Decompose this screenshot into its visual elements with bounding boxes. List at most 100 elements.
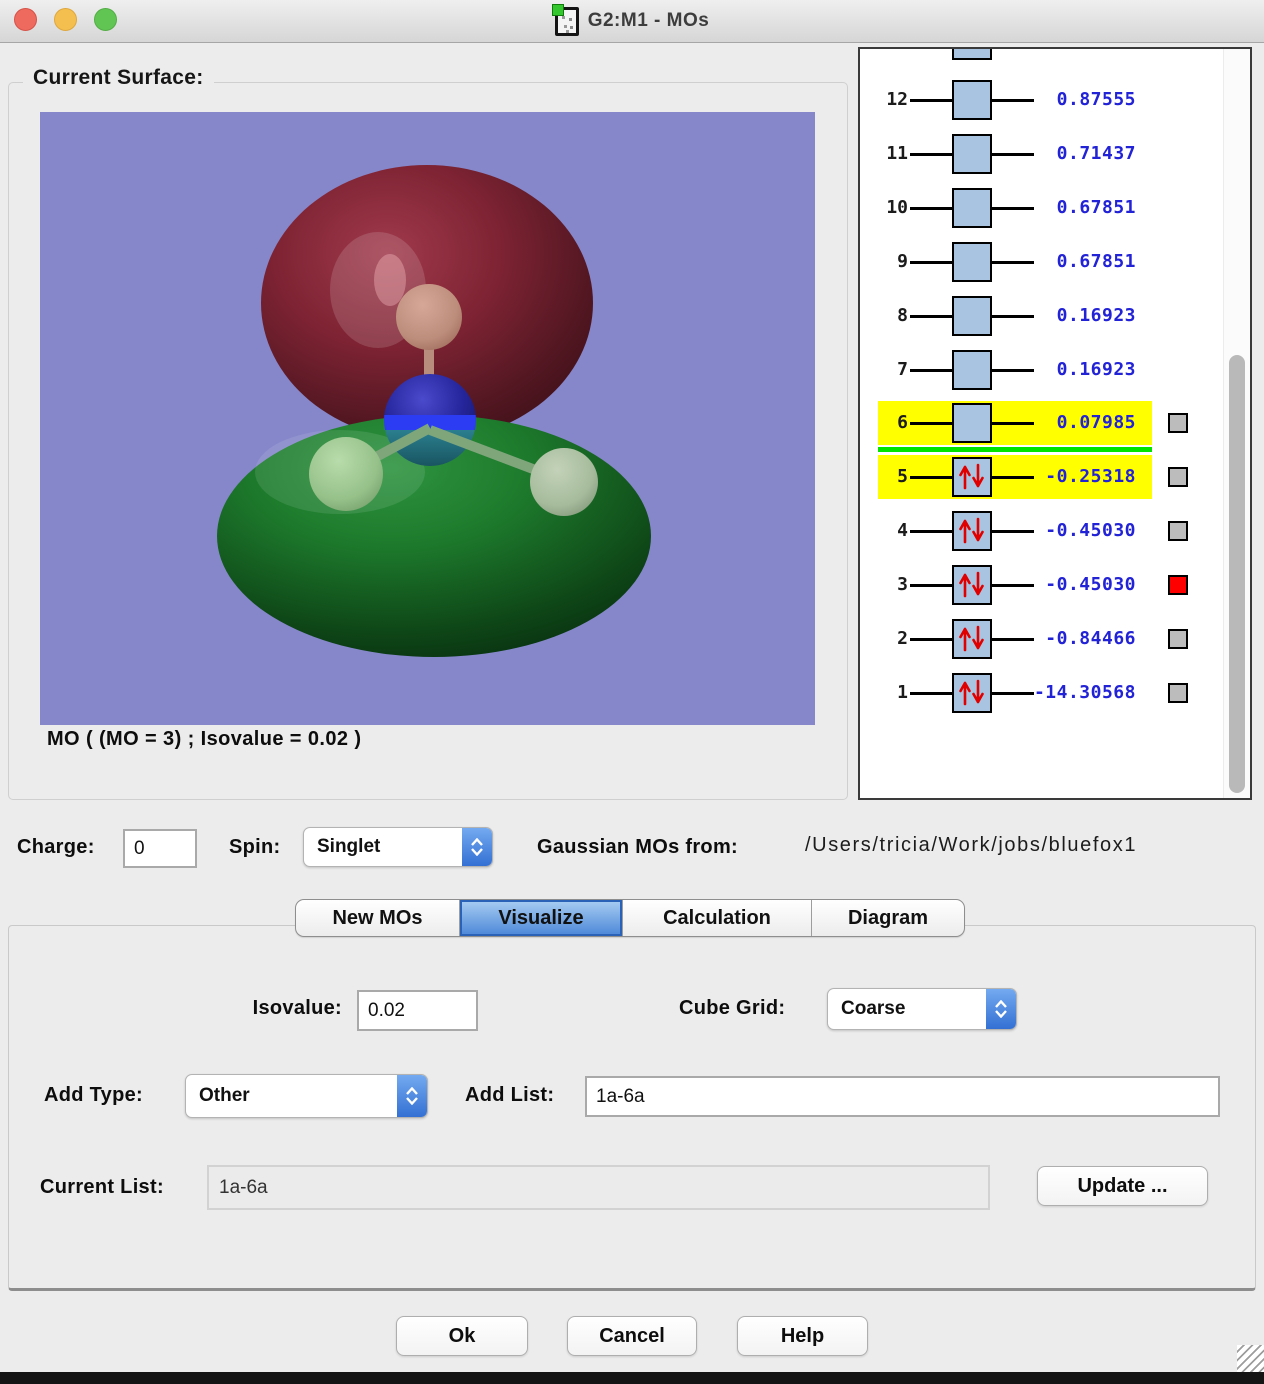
charge-input[interactable] xyxy=(123,829,197,868)
mo-level-row-6: 6 0.07985 xyxy=(860,401,1204,445)
mo-checkbox[interactable] xyxy=(1168,467,1188,487)
mo-checkbox[interactable] xyxy=(1168,521,1188,541)
gaussian-mos-source-path: /Users/tricia/Work/jobs/bluefox1 xyxy=(805,834,1264,864)
mo-level-box[interactable] xyxy=(952,296,992,336)
cancel-button[interactable]: Cancel xyxy=(567,1316,697,1356)
mo-level-line-left xyxy=(910,99,952,102)
spin-dropdown[interactable]: Singlet xyxy=(303,827,493,867)
mo-level-number: 4 xyxy=(860,509,908,553)
mo-level-box[interactable] xyxy=(952,511,992,551)
molecular-orbital-rendering xyxy=(40,112,815,725)
charge-label: Charge: xyxy=(17,836,95,859)
gaussian-mos-from-label: Gaussian MOs from: xyxy=(537,836,738,859)
document-icon xyxy=(555,7,579,36)
mo-level-row-1: 1 -14.30568 xyxy=(860,671,1204,715)
mo-energy-value: -0.25318 xyxy=(990,455,1136,499)
current-surface-groupbox: Current Surface: xyxy=(8,82,848,800)
visualize-tab-content-groupbox xyxy=(8,925,1256,1291)
mo-level-number: 5 xyxy=(860,455,908,499)
mo-level-row-5: 5 -0.25318 xyxy=(860,455,1204,499)
mo-level-box[interactable] xyxy=(952,80,992,120)
spin-dropdown-value: Singlet xyxy=(304,828,462,866)
mo-level-line-left xyxy=(910,369,952,372)
mo-level-number: 6 xyxy=(860,401,908,445)
hydrogen-atom-right xyxy=(530,448,598,516)
mo-energy-value: 0.67851 xyxy=(990,240,1136,284)
title-container: G2:M1 - MOs xyxy=(0,0,1264,42)
mo-level-line-left xyxy=(910,207,952,210)
tab-visualize[interactable]: Visualize xyxy=(460,900,623,936)
mo-energy-value: 0.16923 xyxy=(990,348,1136,392)
tab-calculation[interactable]: Calculation xyxy=(623,900,812,936)
mo-level-box[interactable] xyxy=(952,565,992,605)
mo-level-line-left xyxy=(910,530,952,533)
mo-level-row-7: 7 0.16923 xyxy=(860,348,1204,392)
mo-checkbox[interactable] xyxy=(1168,683,1188,703)
mo-level-number: 1 xyxy=(860,671,908,715)
mo-energy-value: 0.87555 xyxy=(990,78,1136,122)
mo-level-row-2: 2-0.84466 xyxy=(860,617,1204,661)
help-button[interactable]: Help xyxy=(737,1316,868,1356)
mo-level-row-8: 80.16923 xyxy=(860,294,1204,338)
mo-level-row-4: 4 -0.45030 xyxy=(860,509,1204,553)
spin-label: Spin: xyxy=(229,836,281,859)
mo-level-row-11: 11 0.71437 xyxy=(860,132,1204,176)
mo-level-box[interactable] xyxy=(952,134,992,174)
mo-level-box-partial xyxy=(952,49,992,60)
electron-pair-arrows-icon xyxy=(954,459,989,494)
mo-energy-value: 0.67851 xyxy=(990,186,1136,230)
mo-checkbox[interactable] xyxy=(1168,575,1188,595)
mo-level-number: 7 xyxy=(860,348,908,392)
molecule-3d-viewport[interactable] xyxy=(40,112,815,725)
mo-level-line-left xyxy=(910,315,952,318)
mo-level-box[interactable] xyxy=(952,457,992,497)
mo-level-line-left xyxy=(910,584,952,587)
current-surface-legend: Current Surface: xyxy=(23,66,214,90)
mo-level-row-9: 90.67851 xyxy=(860,240,1204,284)
mo-energy-value: -0.45030 xyxy=(990,563,1136,607)
tab-diagram[interactable]: Diagram xyxy=(812,900,964,936)
mo-level-row-12: 12 0.87555 xyxy=(860,78,1204,122)
mo-energy-value: 0.07985 xyxy=(990,401,1136,445)
mo-level-line-left xyxy=(910,261,952,264)
mo-checkbox[interactable] xyxy=(1168,629,1188,649)
mo-level-box[interactable] xyxy=(952,619,992,659)
mo-energy-level-panel[interactable]: 120.87555110.71437100.6785190.6785180.16… xyxy=(858,47,1252,800)
mo-level-box[interactable] xyxy=(952,188,992,228)
surface-caption: MO ( (MO = 3) ; Isovalue = 0.02 ) xyxy=(47,728,361,751)
electron-pair-arrows-icon xyxy=(954,567,989,602)
mo-level-line-left xyxy=(910,422,952,425)
mos-dialog-window: { "window": { "title": "G2:M1 - MOs", "t… xyxy=(0,0,1264,1384)
mo-level-list: 120.87555110.71437100.6785190.6785180.16… xyxy=(860,49,1250,798)
mo-level-number: 12 xyxy=(860,78,908,122)
mo-energy-value: -0.45030 xyxy=(990,509,1136,553)
nitrogen-blue-band xyxy=(380,415,480,430)
mo-level-number: 10 xyxy=(860,186,908,230)
electron-pair-arrows-icon xyxy=(954,675,989,710)
mo-energy-value: -14.30568 xyxy=(990,671,1136,715)
mo-level-number: 11 xyxy=(860,132,908,176)
resize-grip-icon[interactable] xyxy=(1237,1345,1264,1372)
mo-level-box[interactable] xyxy=(952,242,992,282)
mo-level-box[interactable] xyxy=(952,673,992,713)
document-icon-green-chip xyxy=(552,4,564,16)
mo-level-number: 2 xyxy=(860,617,908,661)
tab-bar: New MOsVisualizeCalculationDiagram xyxy=(295,899,965,937)
electron-pair-arrows-icon xyxy=(954,621,989,656)
mo-checkbox[interactable] xyxy=(1168,413,1188,433)
mo-energy-value: 0.71437 xyxy=(990,132,1136,176)
dropdown-stepper-icon xyxy=(462,828,492,866)
title-bar: G2:M1 - MOs xyxy=(0,0,1264,43)
mo-level-box[interactable] xyxy=(952,403,992,443)
mo-panel-scrollbar-track[interactable] xyxy=(1223,49,1250,798)
electron-pair-arrows-icon xyxy=(954,513,989,548)
mo-level-row-10: 10 0.67851 xyxy=(860,186,1204,230)
ok-button[interactable]: Ok xyxy=(396,1316,528,1356)
mo-panel-scrollbar-thumb[interactable] xyxy=(1229,355,1245,793)
mo-level-row-3: 3 -0.45030 xyxy=(860,563,1204,607)
tab-new-mos[interactable]: New MOs xyxy=(296,900,460,936)
mo-level-number: 3 xyxy=(860,563,908,607)
homo-lumo-separator-line xyxy=(878,447,1152,452)
mo-level-box[interactable] xyxy=(952,350,992,390)
hydrogen-atom-top xyxy=(396,284,462,350)
